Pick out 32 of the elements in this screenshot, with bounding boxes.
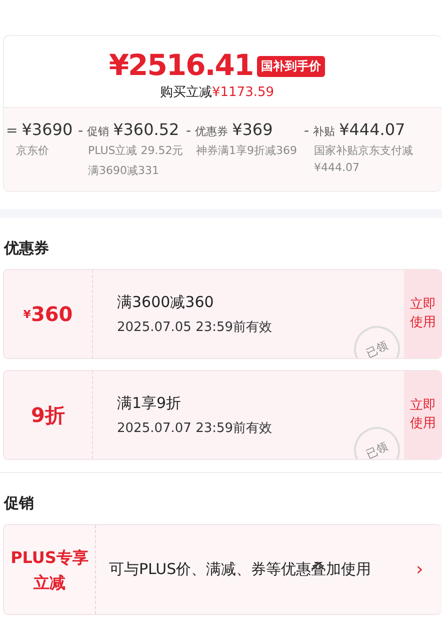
section-title: 促销	[4, 494, 34, 512]
coupon-condition: 满1享9折	[117, 394, 182, 412]
promo-tag: PLUS专享立减	[4, 525, 96, 614]
final-price: ¥2516.41	[108, 48, 254, 82]
breakdown-label: 补贴	[313, 124, 336, 139]
chevron-icon[interactable]: ›	[416, 525, 442, 614]
breakdown-amount: ¥3690	[22, 120, 73, 139]
operator-sign: -	[304, 123, 310, 139]
breakdown-amount: ¥360.52	[113, 120, 180, 139]
breakdown-label: 优惠券	[195, 124, 228, 139]
breakdown-note: 京东价	[16, 143, 50, 159]
use-now-button[interactable]: 立即使用	[404, 371, 442, 459]
operator-sign: =	[6, 123, 18, 139]
operator-sign: -	[186, 123, 192, 139]
breakdown-label: 促销	[87, 124, 110, 139]
coupon-validity: 2025.07.05 23:59前有效	[117, 318, 274, 336]
breakdown-amount: ¥369	[232, 120, 273, 139]
breakdown-note: 满3690减331	[88, 163, 160, 179]
price-badge: 国补到手价	[257, 56, 326, 77]
coupon-value: ¥360	[4, 270, 93, 358]
breakdown-note: PLUS立减 29.52元	[88, 143, 184, 159]
breakdown-note: 神券满1享9折减369	[196, 143, 298, 159]
coupon-validity: 2025.07.07 23:59前有效	[117, 420, 274, 436]
coupon-condition: 满3600减360	[117, 292, 215, 312]
breakdown-amount: ¥444.07	[339, 120, 406, 139]
use-now-button[interactable]: 立即使用	[404, 270, 442, 358]
section-title: 优惠券	[4, 239, 49, 257]
saving-text: 购买立减¥1173.59	[160, 84, 274, 101]
operator-sign: -	[78, 123, 84, 139]
promo-description: 可与PLUS价、满减、券等优惠叠加使用	[108, 559, 372, 580]
breakdown-note: 国家补贴京东支付减¥444.07	[314, 143, 414, 176]
coupon-value: 9折	[4, 371, 93, 459]
